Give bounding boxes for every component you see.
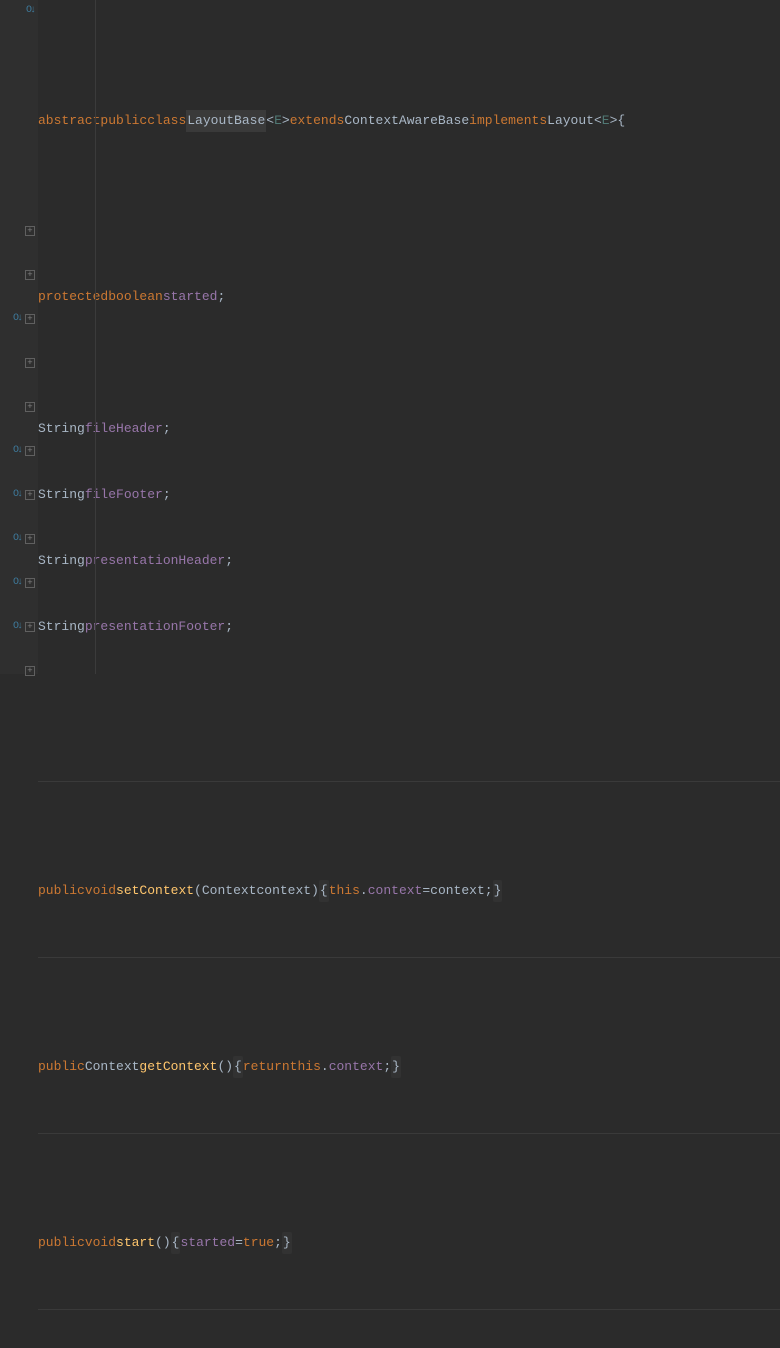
fold-toggle[interactable]	[25, 490, 35, 500]
code-line[interactable]: public void setContext(Context context) …	[38, 880, 780, 902]
fold-toggle[interactable]	[25, 358, 35, 368]
code-line[interactable]: String presentationFooter;	[38, 616, 780, 638]
code-line[interactable]: protected boolean started;	[38, 286, 780, 308]
code-line[interactable]: public void start() { started = true; }	[38, 1232, 780, 1254]
code-line[interactable]: abstract public class LayoutBase<E> exte…	[38, 110, 780, 132]
override-gutter-icon[interactable]: O↓	[13, 528, 21, 550]
gutter: O↓ O↓ O↓ O↓ O↓ O↓ O↓	[0, 0, 38, 674]
fold-toggle[interactable]	[25, 226, 35, 236]
indent-guide	[95, 0, 96, 674]
fold-toggle[interactable]	[25, 270, 35, 280]
code-line[interactable]: public Context getContext() { return thi…	[38, 1056, 780, 1078]
code-editor[interactable]: O↓ O↓ O↓ O↓ O↓ O↓ O↓ abstract publ	[0, 0, 780, 674]
override-gutter-icon[interactable]: O↓	[26, 0, 34, 22]
override-gutter-icon[interactable]: O↓	[13, 572, 21, 594]
fold-toggle[interactable]	[25, 622, 35, 632]
code-line[interactable]: String fileHeader;	[38, 418, 780, 440]
fold-toggle[interactable]	[25, 314, 35, 324]
fold-toggle[interactable]	[25, 578, 35, 588]
fold-toggle[interactable]	[25, 446, 35, 456]
code-content[interactable]: abstract public class LayoutBase<E> exte…	[38, 0, 780, 674]
override-gutter-icon[interactable]: O↓	[13, 308, 21, 330]
fold-toggle[interactable]	[25, 666, 35, 676]
code-line[interactable]: String presentationHeader;	[38, 550, 780, 572]
fold-toggle[interactable]	[25, 534, 35, 544]
override-gutter-icon[interactable]: O↓	[13, 616, 21, 638]
fold-toggle[interactable]	[25, 402, 35, 412]
code-line[interactable]: String fileFooter;	[38, 484, 780, 506]
override-gutter-icon[interactable]: O↓	[13, 484, 21, 506]
override-gutter-icon[interactable]: O↓	[13, 440, 21, 462]
